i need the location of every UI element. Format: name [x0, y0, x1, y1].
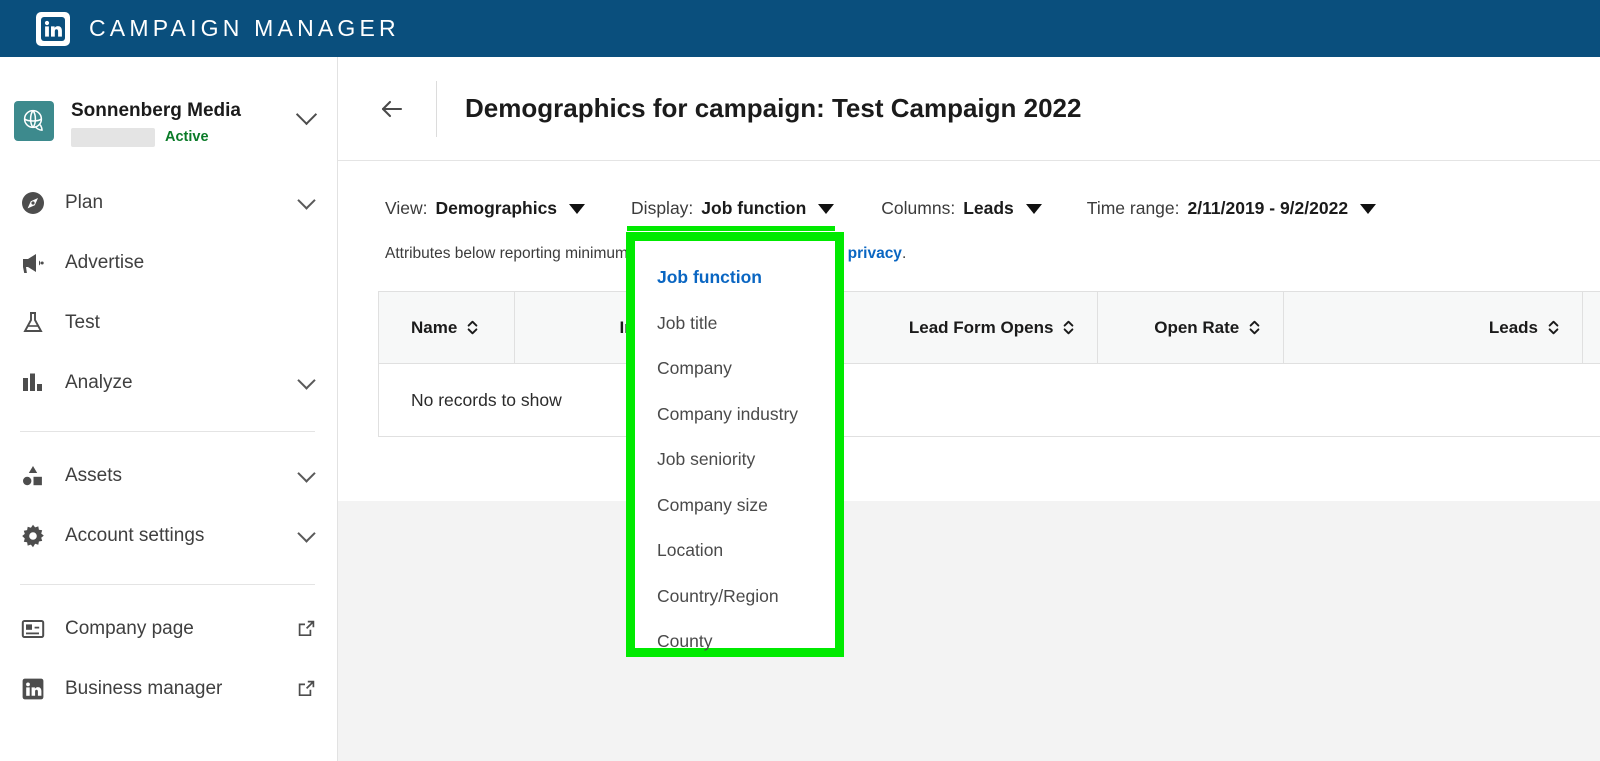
sort-updown-icon[interactable] — [1062, 319, 1075, 336]
dropdown-item-job-seniority[interactable]: Job seniority — [635, 437, 835, 483]
display-label: Display: — [631, 198, 694, 218]
sidebar-item-company-page[interactable]: Company page — [0, 599, 337, 659]
account-switcher[interactable]: Sonnenberg Media Active — [0, 57, 337, 147]
display-selector[interactable]: Display: Job function — [627, 198, 836, 231]
sidebar-item-label: Advertise — [65, 251, 145, 273]
view-selector[interactable]: View: Demographics — [385, 198, 586, 219]
caret-down-icon[interactable] — [1360, 203, 1377, 214]
dropdown-item-location[interactable]: Location — [635, 528, 835, 574]
header-separator — [436, 80, 437, 137]
display-value: Job function — [701, 198, 807, 218]
sidebar-item-advertise[interactable]: Advertise — [0, 233, 337, 293]
gear-icon — [18, 523, 48, 549]
sidebar-item-business-manager[interactable]: Business manager — [0, 659, 337, 719]
demographics-table: Name Impressions Lead Form Opens — [378, 291, 1600, 437]
sidebar-item-label: Company page — [65, 617, 194, 639]
time-range-value: 2/11/2019 - 9/2/2022 — [1187, 198, 1349, 218]
column-header-label: Name — [411, 317, 458, 337]
sidebar-divider-2 — [20, 583, 315, 585]
dropdown-item-job-function[interactable]: Job function — [635, 255, 835, 301]
account-name: Sonnenberg Media — [71, 100, 241, 121]
column-header-overflow — [1583, 292, 1600, 363]
caret-down-icon[interactable] — [569, 203, 586, 214]
caret-down-icon[interactable] — [1025, 203, 1042, 214]
table-header-row: Name Impressions Lead Form Opens — [379, 292, 1600, 364]
bar-chart-icon — [18, 370, 48, 396]
dropdown-item-company-industry[interactable]: Company industry — [635, 392, 835, 438]
sidebar-item-label: Plan — [65, 191, 104, 213]
privacy-notice-period: . — [901, 245, 907, 262]
external-link-icon[interactable] — [295, 680, 317, 697]
column-header-label: Leads — [1488, 317, 1539, 337]
main-content: Demographics for campaign: Test Campaign… — [338, 57, 1600, 761]
compass-icon — [18, 190, 48, 216]
sidebar-divider-1 — [20, 430, 315, 432]
account-id-redacted — [71, 127, 155, 147]
columns-selector[interactable]: Columns: Leads — [881, 198, 1042, 219]
sidebar-item-assets[interactable]: Assets — [0, 446, 337, 506]
chevron-down-icon[interactable] — [295, 524, 317, 543]
sidebar-item-label: Assets — [65, 464, 123, 486]
dropdown-item-company-size[interactable]: Company size — [635, 483, 835, 529]
linkedin-logo-icon — [36, 11, 70, 46]
megaphone-icon — [18, 250, 48, 276]
sidebar-item-plan[interactable]: Plan — [0, 173, 337, 233]
display-dropdown-highlight: Job function Job title Company Company i… — [626, 232, 844, 657]
table-row: No records to show — [379, 364, 1600, 436]
sidebar-item-label: Test — [65, 311, 100, 333]
chevron-down-icon[interactable] — [295, 371, 317, 390]
privacy-notice: Attributes below reporting minimums are … — [338, 219, 1600, 263]
report-panel: View: Demographics Display: Job function… — [338, 161, 1600, 501]
time-range-selector[interactable]: Time range: 2/11/2019 - 9/2/2022 — [1086, 198, 1377, 219]
sidebar-item-account-settings[interactable]: Account settings — [0, 506, 337, 566]
company-page-icon — [18, 616, 48, 642]
time-range-label: Time range: — [1086, 198, 1180, 218]
sidebar-item-label: Business manager — [65, 677, 223, 699]
dropdown-item-country-region[interactable]: Country/Region — [635, 574, 835, 620]
empty-state-text: No records to show — [411, 389, 562, 410]
sidebar-item-label: Account settings — [65, 524, 205, 546]
chevron-down-icon[interactable] — [295, 464, 317, 483]
report-toolbar: View: Demographics Display: Job function… — [338, 161, 1600, 231]
page-header: Demographics for campaign: Test Campaign… — [338, 57, 1600, 161]
column-header-leads[interactable]: Leads — [1284, 292, 1584, 363]
chevron-down-icon[interactable] — [295, 191, 317, 210]
sort-updown-icon[interactable] — [466, 319, 479, 336]
columns-label: Columns: — [881, 198, 956, 218]
sidebar-item-label: Analyze — [65, 371, 133, 393]
external-link-icon[interactable] — [295, 620, 317, 637]
sidebar-item-analyze[interactable]: Analyze — [0, 353, 337, 413]
column-header-name[interactable]: Name — [379, 292, 515, 363]
app-root: CAMPAIGN MANAGER Sonnenberg Media Active… — [0, 0, 1600, 761]
dropdown-item-county[interactable]: County — [635, 619, 835, 665]
sort-updown-icon[interactable] — [1248, 319, 1261, 336]
chevron-down-icon[interactable] — [295, 103, 317, 126]
sidebar: Sonnenberg Media Active Plan Advertise T… — [0, 57, 338, 761]
view-value: Demographics — [435, 198, 558, 218]
sidebar-item-test[interactable]: Test — [0, 293, 337, 353]
view-label: View: — [385, 198, 428, 218]
sidebar-nav-primary: Plan Advertise Test Analyze Assets Accou… — [0, 173, 337, 719]
leaf-globe-icon — [14, 101, 54, 141]
column-header-label: Open Rate — [1154, 317, 1240, 337]
top-bar: CAMPAIGN MANAGER — [0, 0, 1600, 57]
dropdown-item-job-title[interactable]: Job title — [635, 301, 835, 347]
linkedin-icon — [18, 676, 48, 702]
columns-value: Leads — [963, 198, 1014, 218]
highlight-underline — [627, 226, 836, 231]
shapes-icon — [18, 463, 48, 489]
brand-title: CAMPAIGN MANAGER — [89, 15, 400, 41]
flask-icon — [18, 310, 48, 336]
page-title: Demographics for campaign: Test Campaign… — [465, 93, 1082, 123]
column-header-open-rate[interactable]: Open Rate — [1098, 292, 1285, 363]
column-header-label: Lead Form Opens — [908, 317, 1054, 337]
back-arrow-icon[interactable] — [370, 87, 414, 131]
sort-updown-icon[interactable] — [1547, 319, 1560, 336]
account-status-badge: Active — [165, 129, 209, 146]
caret-down-icon[interactable] — [818, 203, 835, 214]
display-dropdown-menu: Job function Job title Company Company i… — [635, 241, 835, 651]
dropdown-item-company[interactable]: Company — [635, 346, 835, 392]
